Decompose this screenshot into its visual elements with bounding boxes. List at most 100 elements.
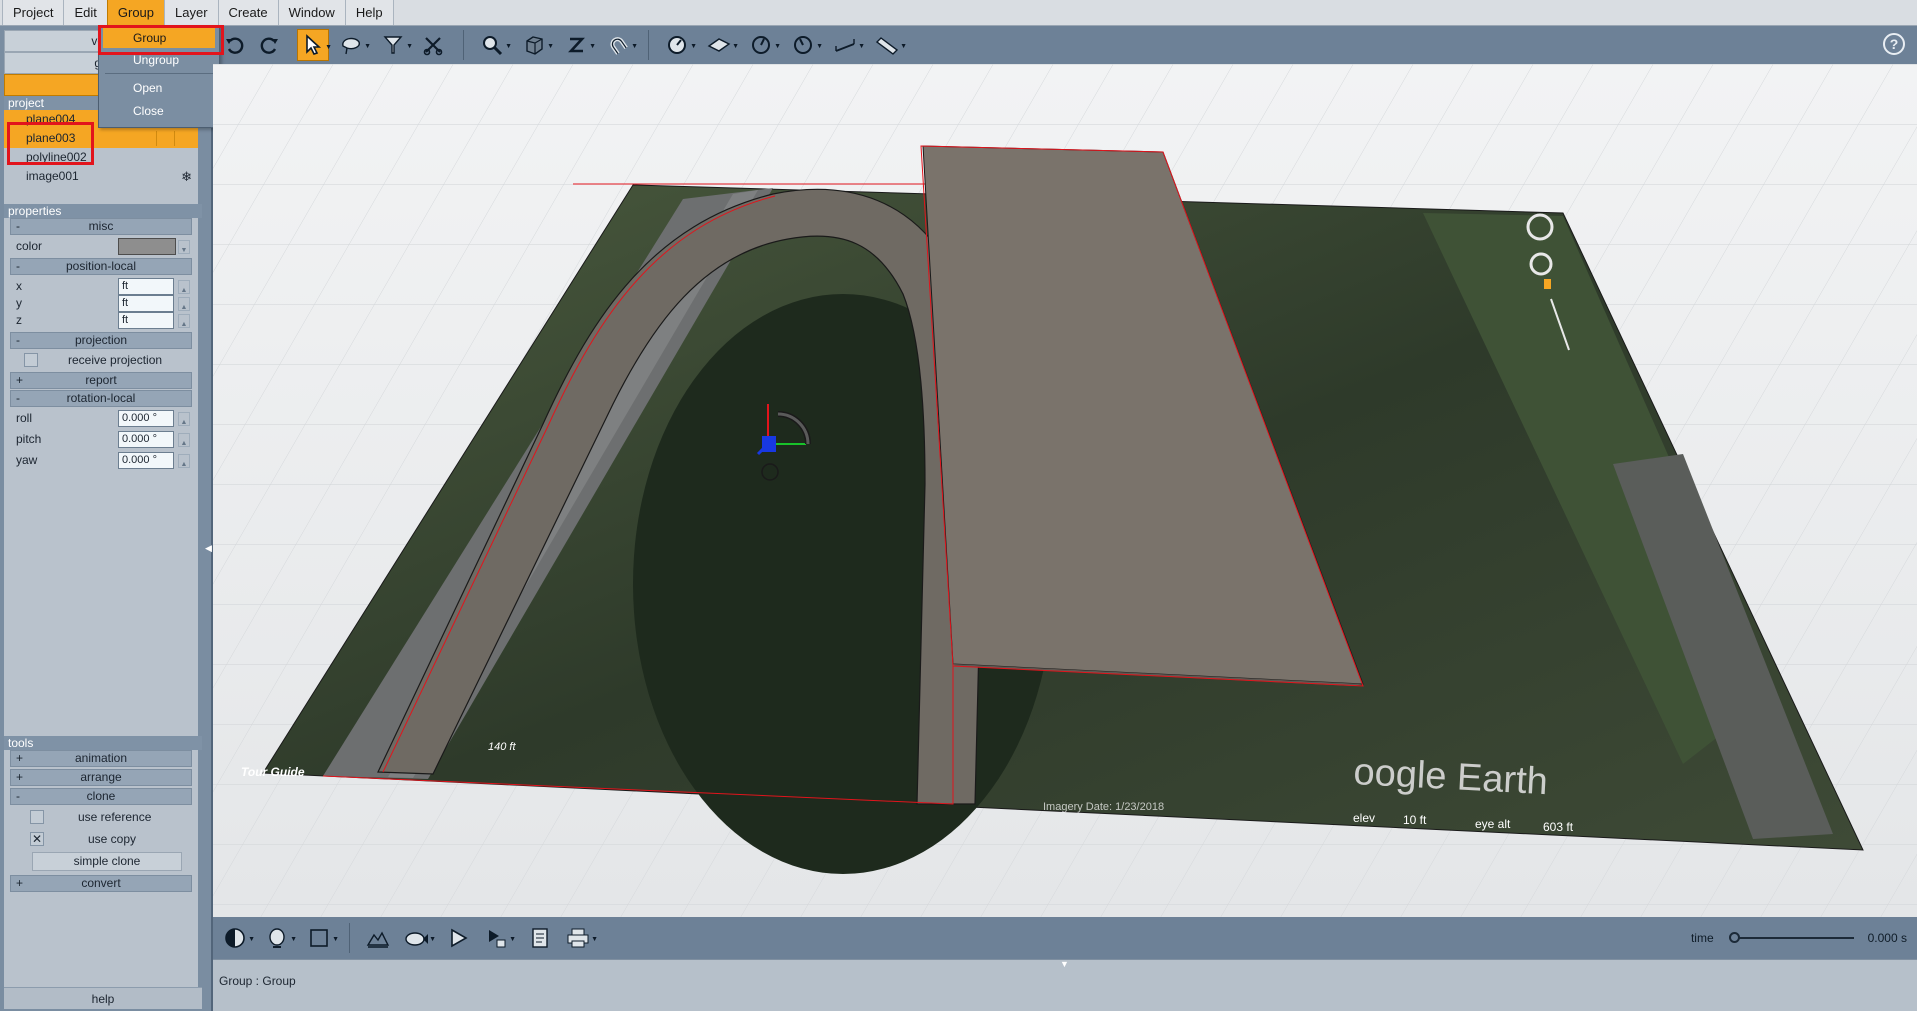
project-item-image001[interactable]: image001 ❄ bbox=[4, 167, 198, 186]
chevron-down-icon: ▼ bbox=[732, 43, 739, 50]
render-mode-button[interactable]: ▼ bbox=[219, 922, 255, 954]
simple-clone-button[interactable]: simple clone bbox=[32, 852, 182, 871]
lasso-select-button[interactable]: ▼ bbox=[335, 29, 371, 61]
properties-section-header: properties bbox=[4, 204, 202, 218]
project-item-plane003[interactable]: plane003 bbox=[4, 129, 198, 148]
convert-group-header[interactable]: + convert bbox=[10, 875, 192, 892]
visibility-cells[interactable] bbox=[156, 131, 192, 146]
main-toolbar: ▼ ▼ ▼ ▼ ▼ ▼ ▼ ▼ ▼ ▼ ▼ ▼ ▼ ? bbox=[213, 26, 1917, 64]
menu-group[interactable]: Group bbox=[106, 0, 166, 25]
ruler-button[interactable]: ▼ bbox=[871, 29, 907, 61]
spinner-icon[interactable]: ▲ bbox=[178, 454, 190, 468]
chevron-down-icon: ▼ bbox=[858, 43, 865, 50]
pitch-field[interactable]: 0.000 ° bbox=[118, 431, 174, 448]
plane-button[interactable]: ▼ bbox=[703, 29, 739, 61]
menu-window[interactable]: Window bbox=[277, 0, 346, 25]
play-button[interactable] bbox=[442, 922, 474, 954]
roll-field[interactable]: 0.000 ° bbox=[118, 410, 174, 427]
magnet-icon bbox=[610, 37, 628, 55]
tour-guide-label[interactable]: Tour Guide bbox=[241, 765, 305, 779]
receive-projection-label: receive projection bbox=[68, 353, 163, 367]
gauge-button[interactable]: ▼ bbox=[745, 29, 781, 61]
arrange-group-header[interactable]: + arrange bbox=[10, 769, 192, 786]
yaw-row: yaw 0.000 ° ▲ bbox=[10, 450, 192, 470]
x-label: x bbox=[16, 279, 22, 293]
roll-row: roll 0.000 ° ▲ bbox=[10, 408, 192, 428]
help-button[interactable]: help bbox=[4, 987, 202, 1009]
snowflake-icon[interactable]: ❄ bbox=[181, 167, 192, 186]
color-swatch[interactable] bbox=[118, 238, 176, 255]
yaw-field[interactable]: 0.000 ° bbox=[118, 452, 174, 469]
scene-canvas[interactable]: Tour Guide 140 ft oogle Earth Imagery Da… bbox=[213, 64, 1917, 917]
menu-help[interactable]: Help bbox=[344, 0, 394, 25]
eye-alt-label: eye alt bbox=[1475, 817, 1511, 831]
chevron-down-icon: ▼ bbox=[900, 43, 907, 50]
position-local-group-header[interactable]: - position-local bbox=[10, 258, 192, 275]
clone-group-header[interactable]: - clone bbox=[10, 788, 192, 805]
head-icon bbox=[269, 928, 285, 948]
spinner-icon[interactable]: ▲ bbox=[178, 280, 190, 294]
misc-group-header[interactable]: - misc bbox=[10, 218, 192, 235]
elev-value: 10 ft bbox=[1403, 813, 1427, 827]
use-reference-checkbox[interactable] bbox=[30, 810, 44, 824]
use-reference-row: use reference bbox=[10, 807, 192, 827]
avatar-view-button[interactable]: ▼ bbox=[261, 922, 297, 954]
position-z-field[interactable]: ft bbox=[118, 312, 174, 329]
chevron-down-icon: ▼ bbox=[591, 936, 598, 943]
report-button[interactable] bbox=[524, 922, 556, 954]
color-label: color bbox=[16, 239, 43, 253]
project-item-polyline002[interactable]: polyline002 bbox=[4, 148, 198, 167]
spinner-icon[interactable]: ▲ bbox=[178, 433, 190, 447]
terrain-button[interactable] bbox=[362, 922, 394, 954]
scissors-icon bbox=[423, 37, 443, 56]
report-group-header[interactable]: + report bbox=[10, 372, 192, 389]
camera-button[interactable]: ▼ bbox=[400, 922, 436, 954]
spinner-icon[interactable]: ▲ bbox=[178, 297, 190, 311]
z-axis-button[interactable]: ▼ bbox=[560, 29, 596, 61]
color-dropdown-icon[interactable]: ▼ bbox=[178, 240, 190, 254]
use-copy-checkbox[interactable]: ✕ bbox=[30, 832, 44, 846]
scale-label: 140 ft bbox=[488, 741, 516, 753]
menu-layer[interactable]: Layer bbox=[164, 0, 219, 25]
chevron-down-icon: ▼ bbox=[325, 44, 332, 51]
redo-button[interactable] bbox=[253, 29, 285, 61]
expand-console-icon[interactable]: ▼ bbox=[1060, 959, 1069, 969]
box-button[interactable]: ▼ bbox=[518, 29, 554, 61]
rotation-local-group-header[interactable]: - rotation-local bbox=[10, 390, 192, 407]
print-button[interactable]: ▼ bbox=[562, 922, 598, 954]
zoom-button[interactable]: ▼ bbox=[476, 29, 512, 61]
collapse-panel-icon[interactable]: ◀ bbox=[205, 540, 213, 556]
menu-item-close[interactable]: Close bbox=[99, 101, 219, 121]
time-slider-knob[interactable] bbox=[1728, 932, 1740, 943]
chevron-down-icon: ▼ bbox=[690, 43, 697, 50]
menu-item-open[interactable]: Open bbox=[99, 78, 219, 98]
menu-item-group[interactable]: Group bbox=[103, 28, 215, 48]
speed-button[interactable]: ▼ bbox=[661, 29, 697, 61]
menu-item-ungroup[interactable]: Ungroup bbox=[99, 50, 219, 70]
time-slider[interactable] bbox=[1728, 932, 1854, 943]
status-text: Group : Group bbox=[219, 974, 296, 988]
filter-button[interactable]: ▼ bbox=[377, 29, 413, 61]
select-tool-button[interactable]: ▼ bbox=[297, 29, 332, 61]
measure-button[interactable]: ▼ bbox=[829, 29, 865, 61]
3d-viewport[interactable]: Tour Guide 140 ft oogle Earth Imagery Da… bbox=[213, 64, 1917, 917]
record-button[interactable]: ▼ bbox=[480, 922, 516, 954]
help-icon[interactable]: ? bbox=[1883, 33, 1905, 55]
spinner-icon[interactable]: ▲ bbox=[178, 412, 190, 426]
receive-projection-checkbox[interactable] bbox=[24, 353, 38, 367]
spinner-icon[interactable]: ▲ bbox=[178, 314, 190, 328]
frame-button[interactable]: ▼ bbox=[303, 922, 339, 954]
chevron-down-icon: ▼ bbox=[406, 43, 413, 50]
menu-edit[interactable]: Edit bbox=[63, 0, 108, 25]
animation-group-header[interactable]: + animation bbox=[10, 750, 192, 767]
magnet-button[interactable]: ▼ bbox=[602, 29, 638, 61]
filter-icon bbox=[383, 36, 403, 54]
menu-create[interactable]: Create bbox=[217, 0, 279, 25]
projection-group-header[interactable]: - projection bbox=[10, 332, 192, 349]
gauge-alt-button[interactable]: ▼ bbox=[787, 29, 823, 61]
undo-button[interactable] bbox=[219, 29, 251, 61]
time-label: time bbox=[1690, 931, 1714, 945]
menu-project[interactable]: Project bbox=[2, 0, 65, 25]
cut-button[interactable] bbox=[417, 29, 449, 61]
elev-label: elev bbox=[1353, 811, 1375, 825]
